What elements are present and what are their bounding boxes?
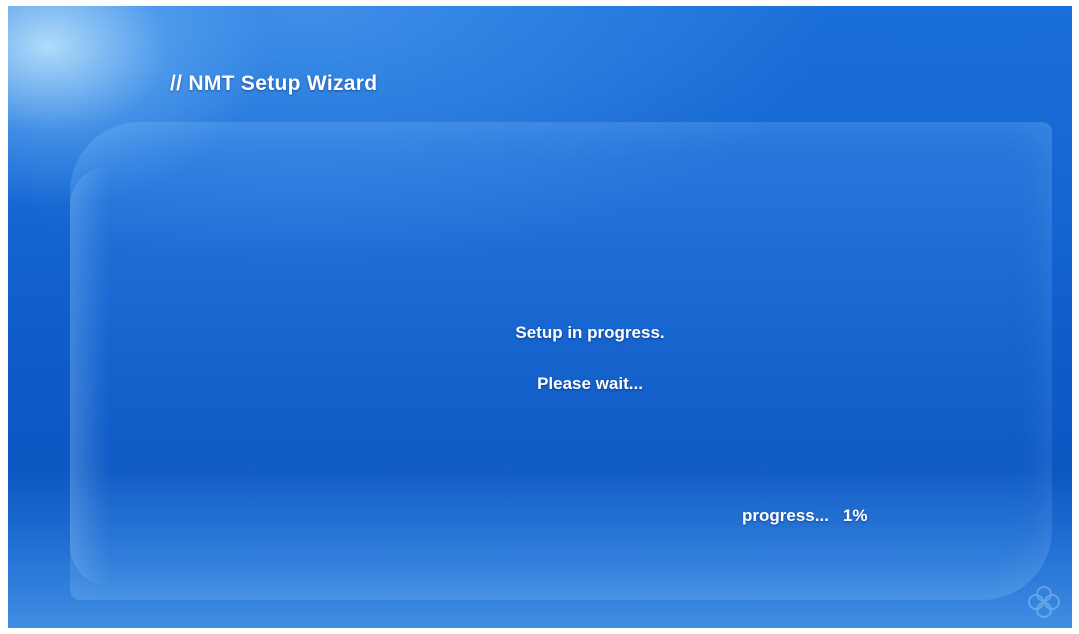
wait-message: Please wait...: [537, 374, 643, 393]
setup-wizard-screen: // NMT Setup Wizard Setup in progress. P…: [8, 6, 1072, 628]
status-message: Setup in progress.: [515, 323, 665, 342]
progress-value: 1%: [842, 506, 868, 525]
progress-indicator: progress... 1%: [742, 506, 868, 526]
progress-label: progress...: [742, 506, 829, 525]
wizard-title: // NMT Setup Wizard: [170, 72, 378, 95]
content-panel: [70, 122, 1052, 600]
flower-watermark-icon: [1028, 586, 1060, 618]
